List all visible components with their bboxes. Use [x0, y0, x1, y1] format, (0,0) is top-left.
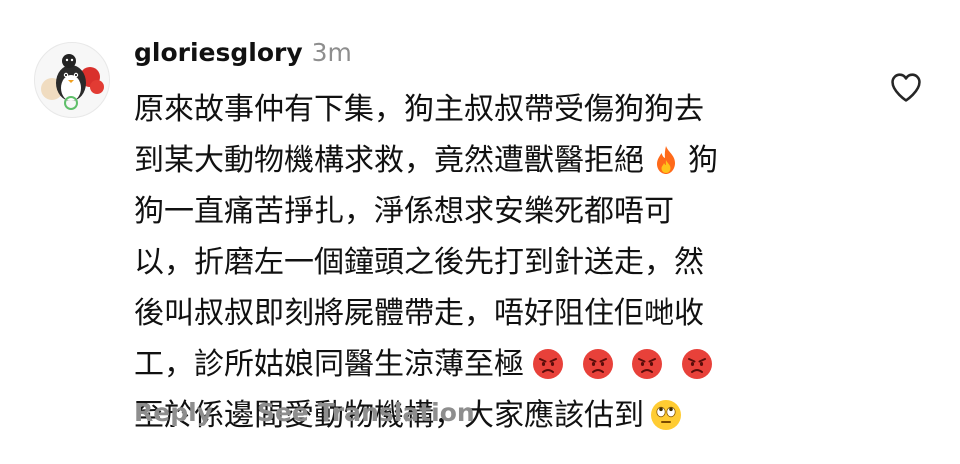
avatar[interactable] — [34, 42, 110, 118]
comment-line: 以，折磨左一個鐘頭之後先打到針送走，然 — [134, 245, 704, 280]
comment-line-text: 工，診所姑娘同醫生涼薄至極 — [134, 347, 524, 382]
angry-face-icon — [533, 349, 563, 379]
rolling-eyes-face-icon — [651, 400, 681, 430]
comment-line: 狗一直痛苦掙扎，淨係想求安樂死都唔可 — [134, 194, 674, 229]
comment-line-text: 到某大動物機構求救，竟然遭獸醫拒絕 — [134, 143, 644, 178]
angry-face-icon — [632, 349, 663, 379]
fire-icon — [657, 146, 675, 174]
username[interactable]: gloriesglory — [134, 38, 303, 67]
comment-line: 到某大動物機構求救，竟然遭獸醫拒絕 狗 — [134, 135, 834, 186]
timestamp[interactable]: 3m — [312, 38, 352, 67]
comment-line: 原來故事仲有下集，狗主叔叔帶受傷狗狗去 — [134, 92, 704, 127]
comment-actions: Reply See Translation — [134, 398, 475, 427]
comment-text: 原來故事仲有下集，狗主叔叔帶受傷狗狗去 到某大動物機構求救，竟然遭獸醫拒絕 狗 … — [134, 84, 834, 441]
like-button[interactable] — [889, 71, 925, 105]
angry-face-icon — [582, 349, 613, 379]
comment-line-text: 狗 — [688, 143, 718, 178]
angry-emoji-row — [524, 339, 713, 390]
comment-line: 工，診所姑娘同醫生涼薄至極 — [134, 339, 834, 390]
reply-button[interactable]: Reply — [134, 398, 213, 427]
comment-header: gloriesglory 3m — [134, 38, 352, 72]
angry-face-icon — [681, 349, 712, 379]
see-translation-button[interactable]: See Translation — [257, 398, 475, 427]
comment: gloriesglory 3m 原來故事仲有下集，狗主叔叔帶受傷狗狗去 到某大動… — [0, 0, 960, 464]
avatar-image — [35, 43, 109, 117]
comment-line: 後叫叔叔即刻將屍體帶走，唔好阻住佢哋收 — [134, 296, 704, 331]
heart-icon — [891, 73, 921, 102]
